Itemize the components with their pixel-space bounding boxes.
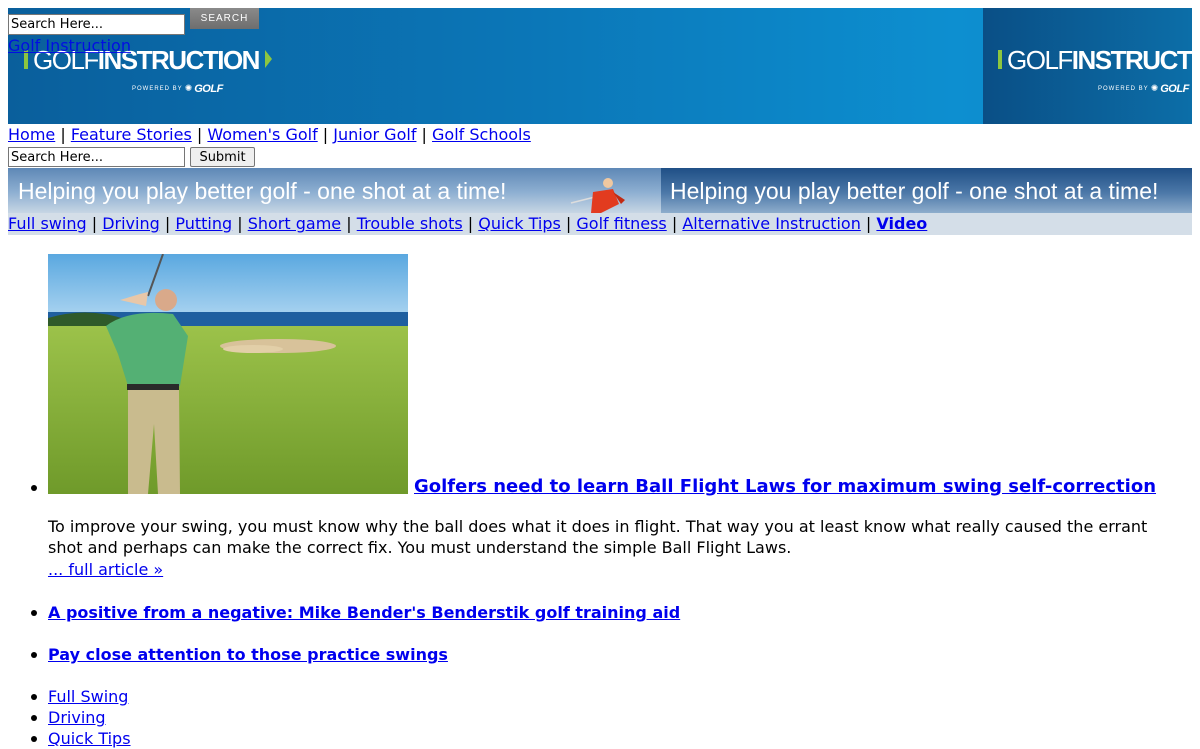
nav-feature-stories[interactable]: Feature Stories (71, 125, 192, 144)
subnav-separator: | (865, 214, 872, 233)
subnav-quick-tips[interactable]: Quick Tips (478, 214, 561, 233)
tagline-left-panel: Helping you play better golf - one shot … (8, 168, 661, 213)
subnav-putting[interactable]: Putting (175, 214, 232, 233)
category-nav: Full swing | Driving | Putting | Short g… (8, 213, 1192, 235)
golfer-photo (48, 254, 408, 494)
golfer-icon (570, 178, 625, 213)
header-search-button[interactable]: SEARCH (190, 8, 259, 29)
powered-by: POWERED BY ✺ GOLF (132, 82, 223, 95)
subnav-alternative-instruction[interactable]: Alternative Instruction (682, 214, 861, 233)
tagline-banner: Helping you play better golf - one shot … (8, 168, 1192, 213)
search-input[interactable] (8, 147, 185, 167)
featured-article-link[interactable]: Golfers need to learn Ball Flight Laws f… (414, 475, 1156, 499)
subnav-separator: | (91, 214, 98, 233)
nav-golf-schools[interactable]: Golf Schools (432, 125, 531, 144)
story-link-practice-swings[interactable]: Pay close attention to those practice sw… (48, 644, 448, 666)
subnav-full-swing[interactable]: Full swing (8, 214, 87, 233)
subnav-separator: | (164, 214, 171, 233)
nav-home[interactable]: Home (8, 125, 55, 144)
nav-separator: | (322, 125, 329, 144)
submit-button[interactable]: Submit (190, 147, 255, 167)
header-search-input[interactable] (8, 14, 185, 35)
logo-arrow-icon (265, 50, 272, 68)
powered-by: POWERED BY ✺ GOLF (1098, 82, 1189, 95)
subnav-trouble-shots[interactable]: Trouble shots (357, 214, 463, 233)
tagline-text-duplicate: Helping you play better golf - one shot … (670, 178, 1159, 204)
full-article-link[interactable]: ... full article » (48, 559, 163, 580)
subnav-separator: | (671, 214, 678, 233)
list-bullet (31, 715, 37, 721)
logo-bar-icon (998, 50, 1002, 69)
subnav-short-game[interactable]: Short game (248, 214, 341, 233)
tagline-right-panel: Helping you play better golf - one shot … (661, 168, 1192, 213)
list-bullet (31, 736, 37, 742)
story-link-benderstik[interactable]: A positive from a negative: Mike Bender'… (48, 602, 680, 624)
nav-separator: | (60, 125, 66, 144)
subnav-separator: | (467, 214, 474, 233)
tagline-text: Helping you play better golf - one shot … (18, 178, 507, 204)
category-link-full-swing[interactable]: Full Swing (48, 686, 128, 707)
list-bullet (31, 610, 37, 616)
home-title-link[interactable]: Golf Instruction (8, 36, 131, 55)
header-banner: GOLFINSTRUCTION POWERED BY ✺ GOLF GOLFINST… (8, 8, 1192, 124)
nav-separator: | (421, 125, 427, 144)
list-bullet (31, 485, 37, 491)
nav-womens-golf[interactable]: Women's Golf (207, 125, 317, 144)
nav-junior-golf[interactable]: Junior Golf (333, 125, 416, 144)
nav-separator: | (196, 125, 203, 144)
subnav-separator: | (237, 214, 243, 233)
subnav-driving[interactable]: Driving (102, 214, 160, 233)
featured-article-photo[interactable] (48, 254, 408, 494)
subnav-separator: | (565, 214, 572, 233)
peacock-icon: ✺ (1150, 83, 1159, 94)
list-bullet (31, 652, 37, 658)
peacock-icon: ✺ (184, 83, 193, 94)
subnav-golf-fitness[interactable]: Golf fitness (576, 214, 666, 233)
subnav-separator: | (346, 214, 352, 233)
list-bullet (31, 694, 37, 700)
category-link-quick-tips[interactable]: Quick Tips (48, 728, 131, 749)
category-link-driving[interactable]: Driving (48, 707, 106, 728)
featured-article-summary: To improve your swing, you must know why… (48, 517, 1148, 557)
subnav-video[interactable]: Video (876, 214, 927, 233)
main-nav: Home | Feature Stories | Women's Golf | … (8, 124, 531, 146)
logo-wordmark: GOLFINSTRUCTION (1007, 45, 1192, 75)
